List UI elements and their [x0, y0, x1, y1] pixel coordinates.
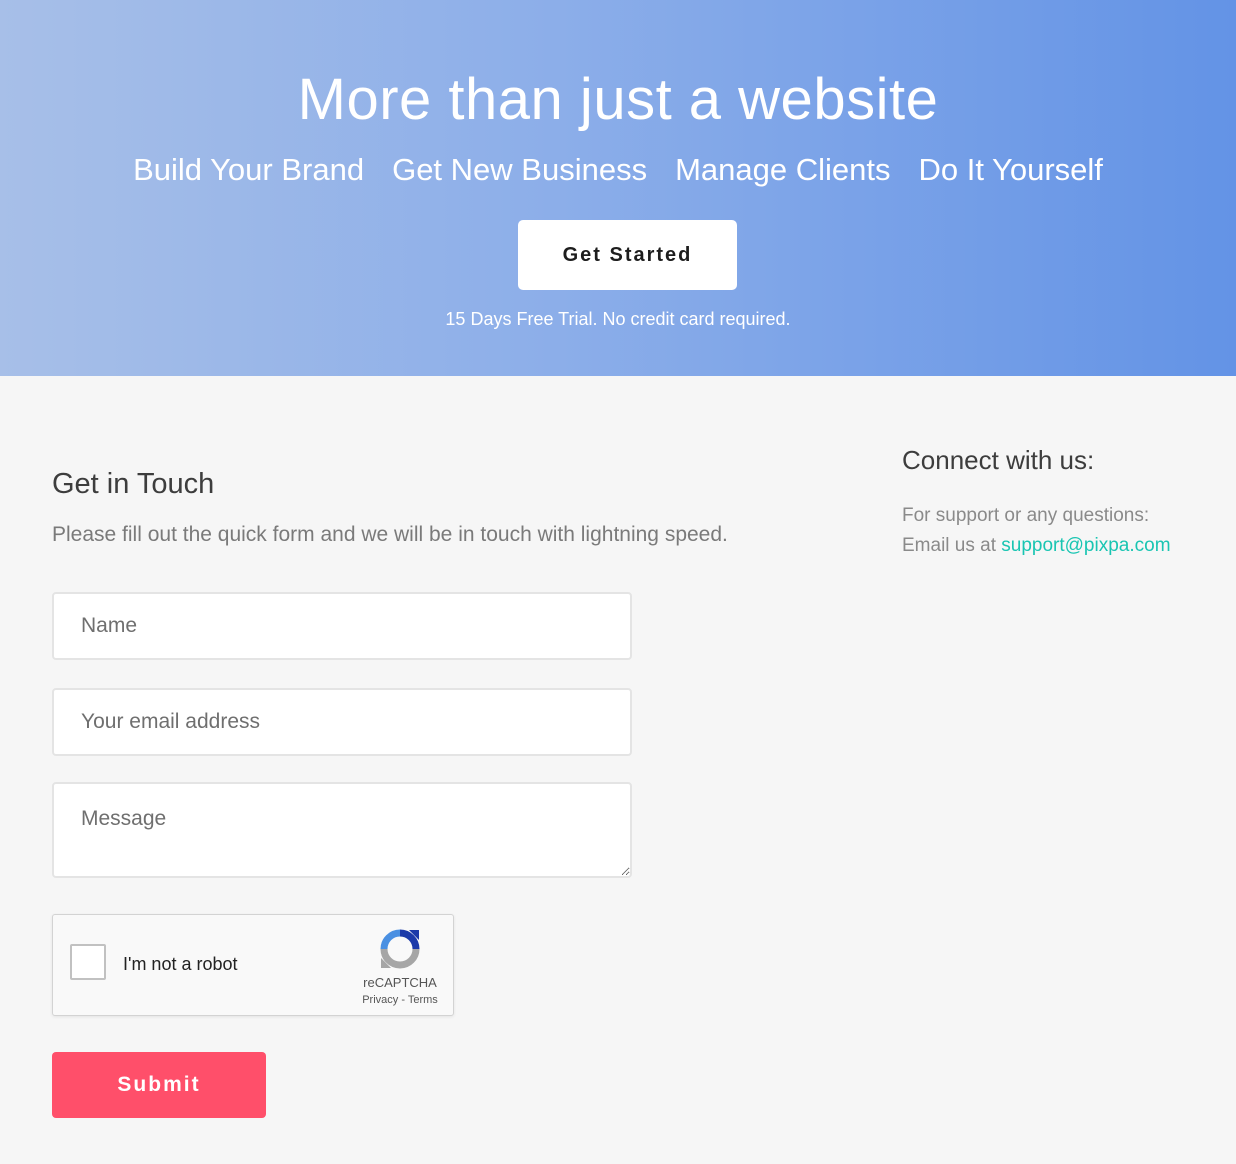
support-email-link[interactable]: support@pixpa.com [1001, 535, 1170, 556]
email-line: Email us at support@pixpa.com [902, 532, 1171, 560]
submit-button[interactable]: Submit [52, 1052, 266, 1118]
contact-form-subtitle: Please fill out the quick form and we wi… [52, 523, 728, 546]
message-textarea[interactable] [52, 782, 632, 878]
hero-title: More than just a website [297, 67, 939, 132]
recaptcha-checkbox[interactable] [70, 944, 106, 980]
email-prefix: Email us at [902, 535, 1002, 556]
recaptcha-links: Privacy - Terms [349, 993, 451, 1007]
trial-note: 15 Days Free Trial. No credit card requi… [445, 309, 791, 329]
recaptcha-privacy-link[interactable]: Privacy [362, 994, 398, 1006]
recaptcha-widget: I'm not a robot reCAPTCHA Privacy - Term… [52, 914, 454, 1016]
connect-title: Connect with us: [902, 445, 1095, 475]
email-input[interactable] [52, 688, 632, 756]
hero-banner: More than just a website Build Your Bran… [0, 0, 1236, 376]
support-text: For support or any questions: [902, 505, 1150, 526]
get-started-button[interactable]: Get Started [518, 220, 737, 290]
hero-taglines: Build Your Brand Get New Business Manage… [0, 150, 1236, 190]
recaptcha-label: I'm not a robot [123, 954, 238, 974]
recaptcha-link-separator: - [398, 994, 408, 1006]
recaptcha-terms-link[interactable]: Terms [408, 994, 438, 1006]
tagline-do-it-yourself: Do It Yourself [918, 152, 1103, 187]
name-input[interactable] [52, 592, 632, 660]
tagline-get-new-business: Get New Business [392, 152, 648, 187]
contact-form-title: Get in Touch [52, 468, 215, 500]
recaptcha-brand: reCAPTCHA [363, 975, 437, 990]
tagline-manage-clients: Manage Clients [675, 152, 891, 187]
recaptcha-logo-icon [380, 929, 420, 969]
tagline-build-your-brand: Build Your Brand [133, 152, 365, 187]
